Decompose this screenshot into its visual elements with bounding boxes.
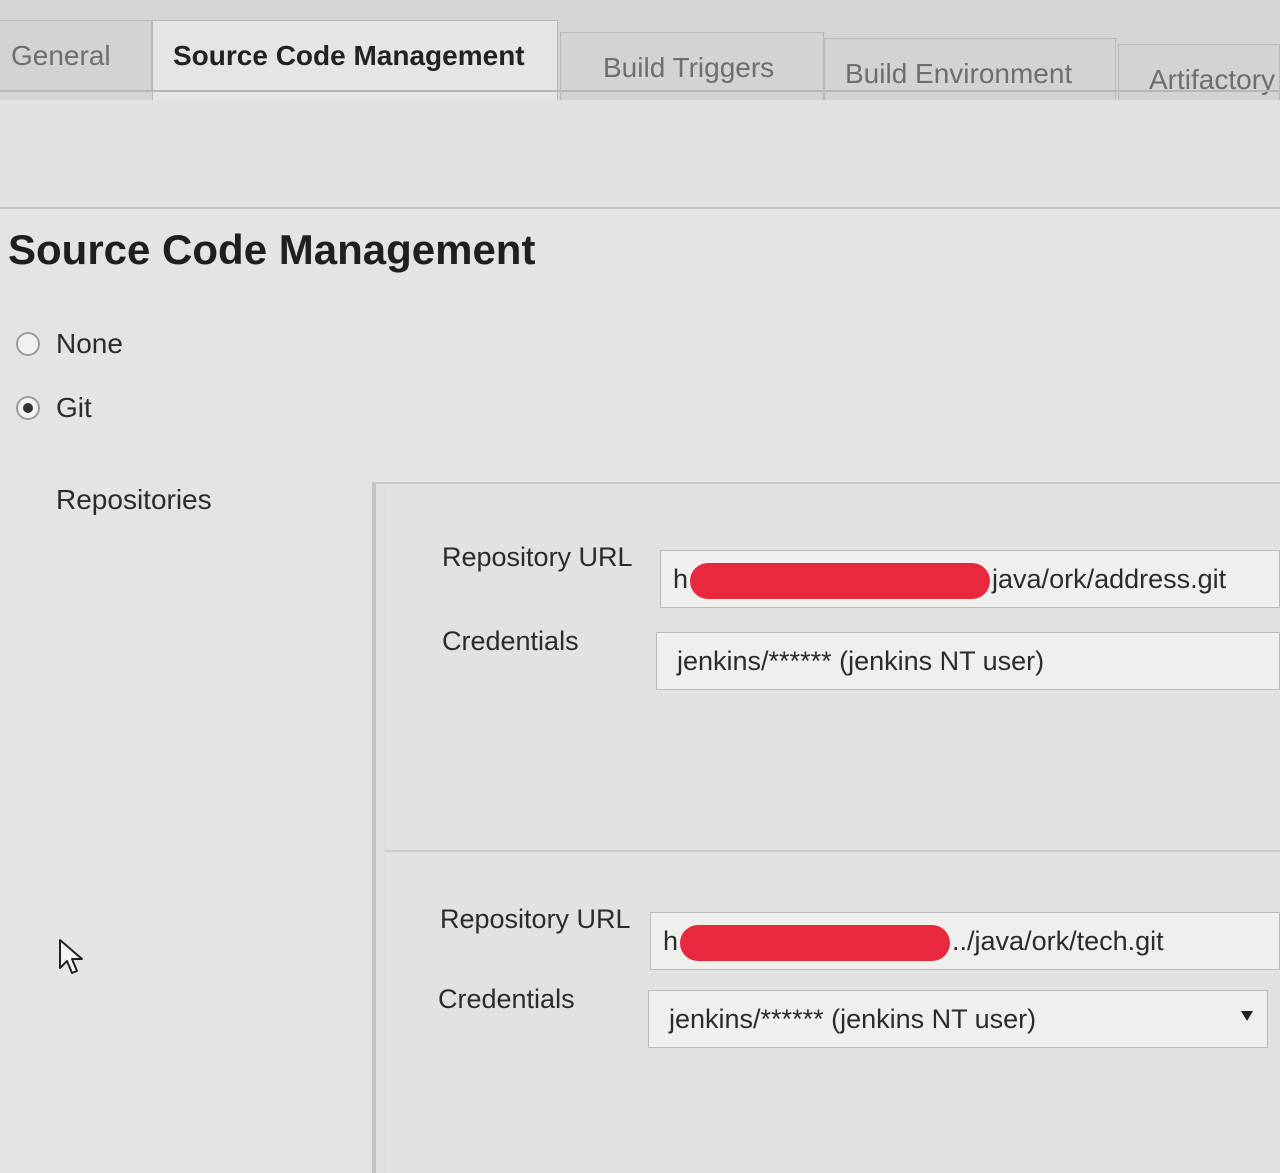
credentials-value: jenkins/****** (jenkins NT user) xyxy=(669,1004,1037,1034)
mouse-pointer-icon xyxy=(59,939,83,974)
radio-label-none: None xyxy=(56,328,123,359)
radio-none[interactable] xyxy=(16,332,40,356)
tab-label: General xyxy=(11,40,111,71)
scm-option-git[interactable]: Git xyxy=(16,392,92,424)
radio-label-git: Git xyxy=(56,392,92,423)
radio-git[interactable] xyxy=(16,396,40,420)
url-suffix: ../java/ork/tech.git xyxy=(952,926,1164,956)
url-suffix: java/ork/address.git xyxy=(992,564,1227,594)
scm-option-none[interactable]: None xyxy=(16,328,123,360)
credentials-select[interactable]: jenkins/****** (jenkins NT user) xyxy=(656,632,1280,690)
url-prefix: h xyxy=(673,564,689,594)
repository-url-label: Repository URL xyxy=(440,904,631,934)
credentials-select[interactable]: jenkins/****** (jenkins NT user) xyxy=(648,990,1268,1048)
tab-divider xyxy=(0,90,1280,92)
tab-label: Build Triggers xyxy=(603,52,775,83)
tab-label: Source Code Management xyxy=(173,40,525,71)
chevron-down-icon[interactable] xyxy=(1241,1011,1253,1021)
credentials-label: Credentials xyxy=(438,984,575,1014)
tab-label: Build Environment xyxy=(845,58,1073,89)
tab-build-environment[interactable]: Build Environment xyxy=(824,38,1116,108)
url-prefix: h xyxy=(663,926,679,956)
tab-bar: General Source Code Management Build Tri… xyxy=(0,0,1280,114)
redaction-mark xyxy=(680,924,951,961)
credentials-label: Credentials xyxy=(442,626,579,656)
repository-url-input[interactable]: h ../java/ork/tech.git xyxy=(650,912,1280,970)
redaction-mark xyxy=(690,562,991,599)
tab-content-gap xyxy=(0,100,1280,208)
credentials-value: jenkins/****** (jenkins NT user) xyxy=(677,646,1045,676)
section-title: Source Code Management xyxy=(8,226,536,273)
repositories-label: Repositories xyxy=(56,484,212,515)
repository-url-input[interactable]: h java/ork/address.git xyxy=(660,550,1280,608)
repository-url-label: Repository URL xyxy=(442,542,633,572)
tab-general[interactable]: General xyxy=(0,20,152,90)
